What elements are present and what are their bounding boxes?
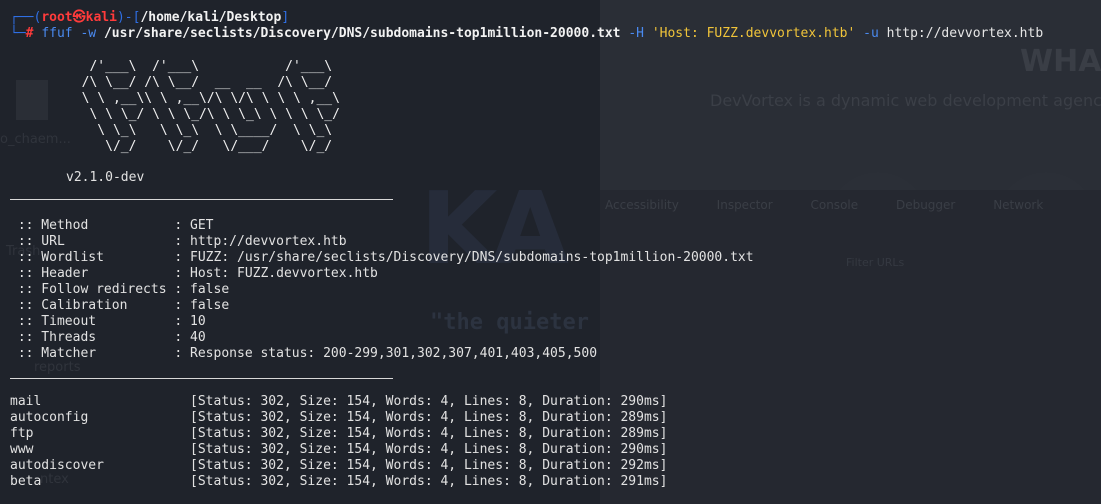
prompt-bracket: ] bbox=[281, 10, 290, 25]
result-subdomain: autodiscover bbox=[10, 458, 191, 473]
ffuf-version: v2.1.0-dev bbox=[66, 170, 145, 185]
config-key: :: Threads bbox=[10, 330, 175, 345]
command-flag-u: -u bbox=[863, 26, 879, 41]
config-key: :: Wordlist bbox=[10, 250, 175, 265]
prompt-path: /home/kali/Desktop bbox=[140, 10, 282, 25]
config-key: :: Method bbox=[10, 218, 175, 233]
config-row: :: Follow redirects : false bbox=[10, 282, 229, 298]
config-row: :: Wordlist : FUZZ: /usr/share/seclists/… bbox=[10, 250, 754, 266]
config-key: :: URL bbox=[10, 234, 175, 249]
config-value: false bbox=[190, 298, 230, 313]
prompt-user: root bbox=[41, 10, 73, 25]
prompt-header: ┌──(root㉿kali)-[/home/kali/Desktop] bbox=[10, 10, 289, 26]
result-info: [Status: 302, Size: 154, Words: 4, Lines… bbox=[190, 410, 668, 425]
config-key: :: Follow redirects bbox=[10, 282, 175, 297]
config-row: :: Method : GET bbox=[10, 218, 214, 234]
config-separator: : bbox=[174, 266, 191, 281]
terminal-window[interactable]: ┌──(root㉿kali)-[/home/kali/Desktop] └─# … bbox=[0, 0, 1101, 504]
result-subdomain: autoconfig bbox=[10, 410, 191, 425]
prompt-hash: # bbox=[25, 26, 34, 41]
config-key: :: Calibration bbox=[10, 298, 175, 313]
command-name: ffuf bbox=[41, 26, 73, 41]
command-flag-w: -w bbox=[80, 26, 97, 41]
config-value: http://devvortex.htb bbox=[190, 234, 347, 249]
prompt-host: kali bbox=[85, 10, 117, 25]
config-separator: : bbox=[174, 314, 191, 329]
config-value: false bbox=[190, 282, 230, 297]
config-separator: : bbox=[174, 330, 191, 345]
result-subdomain: ftp bbox=[10, 426, 191, 441]
result-subdomain: www bbox=[10, 442, 191, 457]
config-row: :: Timeout : 10 bbox=[10, 314, 206, 330]
config-value: Response status: 200-299,301,302,307,401… bbox=[190, 346, 598, 361]
config-value: 10 bbox=[190, 314, 206, 329]
prompt-corner-bottom: └─ bbox=[10, 26, 26, 41]
config-separator: : bbox=[174, 234, 191, 249]
config-separator: : bbox=[174, 298, 191, 313]
result-row: autodiscover [Status: 302, Size: 154, Wo… bbox=[10, 458, 667, 474]
config-separator: : bbox=[174, 346, 191, 361]
config-value: FUZZ: /usr/share/seclists/Discovery/DNS/… bbox=[190, 250, 754, 265]
divider bbox=[10, 199, 393, 200]
result-info: [Status: 302, Size: 154, Words: 4, Lines… bbox=[190, 474, 668, 489]
config-value: GET bbox=[190, 218, 214, 233]
config-key: :: Matcher bbox=[10, 346, 175, 361]
command-line[interactable]: └─# ffuf -w /usr/share/seclists/Discover… bbox=[10, 26, 1043, 42]
config-key: :: Header bbox=[10, 266, 175, 281]
result-info: [Status: 302, Size: 154, Words: 4, Lines… bbox=[190, 442, 668, 457]
prompt-sep: )-[ bbox=[116, 10, 141, 25]
config-row: :: Calibration : false bbox=[10, 298, 229, 314]
prompt-corner: ┌──( bbox=[10, 10, 42, 25]
command-header-arg: 'Host: FUZZ.devvortex.htb' bbox=[651, 26, 856, 41]
result-info: [Status: 302, Size: 154, Words: 4, Lines… bbox=[190, 394, 668, 409]
result-row: www [Status: 302, Size: 154, Words: 4, L… bbox=[10, 442, 667, 458]
config-row: :: Header : Host: FUZZ.devvortex.htb bbox=[10, 266, 378, 282]
config-value: 40 bbox=[190, 330, 206, 345]
command-url: http://devvortex.htb bbox=[886, 26, 1044, 41]
config-value: Host: FUZZ.devvortex.htb bbox=[190, 266, 378, 281]
result-row: autoconfig [Status: 302, Size: 154, Word… bbox=[10, 410, 667, 426]
config-separator: : bbox=[174, 218, 191, 233]
config-row: :: Threads : 40 bbox=[10, 330, 206, 346]
config-row: :: Matcher : Response status: 200-299,30… bbox=[10, 346, 597, 362]
command-flag-h: -H bbox=[628, 26, 644, 41]
result-subdomain: beta bbox=[10, 474, 191, 489]
config-separator: : bbox=[174, 282, 191, 297]
result-info: [Status: 302, Size: 154, Words: 4, Lines… bbox=[190, 426, 668, 441]
config-separator: : bbox=[174, 250, 191, 265]
ffuf-ascii-banner: /'___\ /'___\ /'___\ /\ \__/ /\ \__/ __ … bbox=[81, 59, 340, 154]
result-info: [Status: 302, Size: 154, Words: 4, Lines… bbox=[190, 458, 668, 473]
result-row: ftp [Status: 302, Size: 154, Words: 4, L… bbox=[10, 426, 667, 442]
result-subdomain: mail bbox=[10, 394, 191, 409]
result-row: beta [Status: 302, Size: 154, Words: 4, … bbox=[10, 474, 667, 490]
config-row: :: URL : http://devvortex.htb bbox=[10, 234, 347, 250]
config-key: :: Timeout bbox=[10, 314, 175, 329]
prompt-at-icon: ㉿ bbox=[72, 10, 86, 25]
divider bbox=[10, 378, 393, 379]
command-wordlist: /usr/share/seclists/Discovery/DNS/subdom… bbox=[103, 26, 621, 41]
result-row: mail [Status: 302, Size: 154, Words: 4, … bbox=[10, 394, 667, 410]
